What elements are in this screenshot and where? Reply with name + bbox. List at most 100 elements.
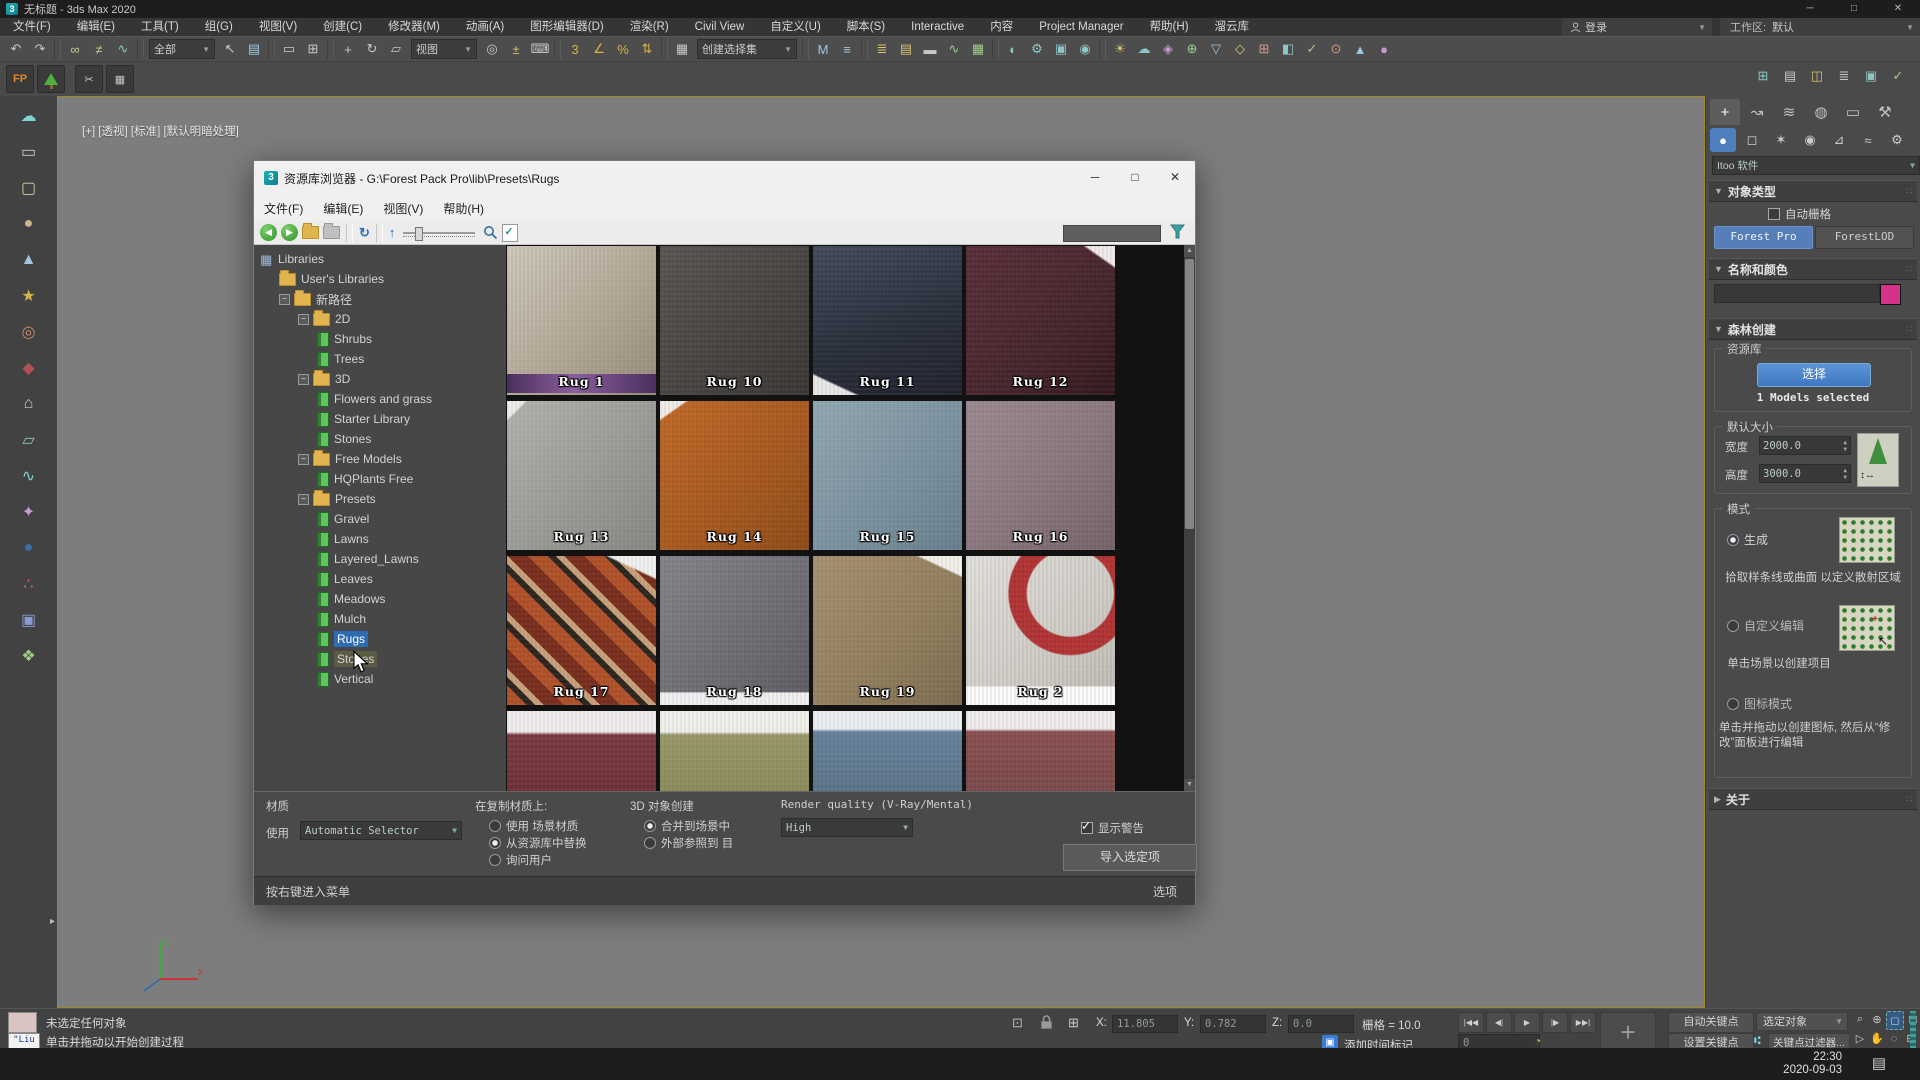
- selected-objects-dropdown[interactable]: 选定对象▼: [1756, 1012, 1848, 1031]
- tab-motion[interactable]: ◍: [1806, 99, 1836, 125]
- menu-item[interactable]: 自定义(U): [757, 18, 833, 36]
- left-tool-gem-icon[interactable]: ◆: [12, 352, 46, 384]
- selection-region-icon[interactable]: ▭: [277, 38, 301, 60]
- half-sphere-icon[interactable]: ◧: [1276, 38, 1300, 60]
- tree-item[interactable]: HQPlants Free: [254, 469, 506, 489]
- dialog-close-button[interactable]: ✕: [1155, 161, 1195, 195]
- left-tool-node-icon[interactable]: ❖: [12, 640, 46, 672]
- menu-item[interactable]: Interactive: [898, 18, 977, 36]
- tree-expander-icon[interactable]: −: [298, 494, 309, 505]
- left-tool-frame-icon[interactable]: ▣: [12, 604, 46, 636]
- tree-item[interactable]: −3D: [254, 369, 506, 389]
- tb2-rows-icon[interactable]: ≣: [1832, 65, 1856, 87]
- check-icon[interactable]: ✓: [1300, 38, 1324, 60]
- add-object-icon[interactable]: ⊕: [1180, 38, 1204, 60]
- left-tool-box-icon[interactable]: ▢: [12, 172, 46, 204]
- tab-modify[interactable]: ↝: [1742, 99, 1772, 125]
- tree-item[interactable]: Vertical: [254, 669, 506, 689]
- scene-explorer-icon[interactable]: ≣: [870, 38, 894, 60]
- cat-spacewarps[interactable]: ≈: [1855, 128, 1881, 152]
- dup-option-replace-from-library[interactable]: 从资源库中替换: [489, 835, 587, 851]
- time-config-icon[interactable]: ◔: [1534, 1034, 1541, 1048]
- rollout-about[interactable]: ▶ 关于 ∷: [1709, 788, 1917, 810]
- menu-item[interactable]: 修改器(M): [375, 18, 453, 36]
- tree-item[interactable]: −2D: [254, 309, 506, 329]
- object-color-swatch[interactable]: [1880, 284, 1901, 305]
- tree-item[interactable]: Lawns: [254, 529, 506, 549]
- forest-lod-button[interactable]: ForestLOD: [1815, 226, 1914, 249]
- tree-item[interactable]: Mulch: [254, 609, 506, 629]
- viewport-label[interactable]: [+] [透视] [标准] [默认明暗处理]: [82, 123, 239, 139]
- link-icon[interactable]: ∞: [63, 38, 87, 60]
- spinner-arrows-icon[interactable]: ▲▼: [1843, 439, 1847, 453]
- import-icon[interactable]: ↑: [389, 225, 396, 240]
- tb2-check-icon[interactable]: ✓: [1886, 65, 1910, 87]
- refresh-icon[interactable]: ↻: [359, 225, 370, 241]
- tree-item[interactable]: Layered_Lawns: [254, 549, 506, 569]
- cat-helpers[interactable]: ⊿: [1826, 128, 1852, 152]
- dup-option-scene-material[interactable]: 使用 场景材质: [489, 818, 578, 834]
- scroll-down-arrow[interactable]: ▼: [1184, 779, 1195, 791]
- tree-item[interactable]: Gravel: [254, 509, 506, 529]
- left-tool-para-icon[interactable]: ▱: [12, 424, 46, 456]
- mode-custom-edit-radio[interactable]: 自定义编辑: [1727, 617, 1804, 634]
- create-option-merge[interactable]: 合并到场景中: [644, 818, 730, 834]
- menu-item[interactable]: 视图(V): [246, 18, 310, 36]
- zoom-icon[interactable]: ⌕: [1852, 1011, 1868, 1028]
- tb2-panel-icon[interactable]: ◫: [1805, 65, 1829, 87]
- percent-snap-icon[interactable]: %: [611, 38, 635, 60]
- rug-thumbnail[interactable]: Rug 13: [507, 401, 656, 550]
- tab-utilities[interactable]: ⚒: [1870, 99, 1900, 125]
- dialog-options-link[interactable]: 选项: [1153, 883, 1177, 900]
- render-quality-dropdown[interactable]: High ▼: [781, 818, 913, 837]
- dope-sheet-icon[interactable]: ▦: [966, 38, 990, 60]
- panel-scroll-indicator[interactable]: [1910, 1011, 1916, 1049]
- zoom-search-icon[interactable]: [483, 225, 498, 240]
- menu-item[interactable]: 组(G): [192, 18, 246, 36]
- menu-item[interactable]: Civil View: [682, 18, 758, 36]
- cat-shapes[interactable]: ◻: [1739, 128, 1765, 152]
- absolute-offset-icon[interactable]: ⊞: [1068, 1015, 1079, 1031]
- dialog-title-bar[interactable]: 3 资源库浏览器 - G:\Forest Pack Pro\lib\Preset…: [254, 161, 1195, 195]
- search-input[interactable]: [1063, 225, 1161, 242]
- edit-named-sets-icon[interactable]: ▦: [670, 38, 694, 60]
- diamond-icon[interactable]: ◇: [1228, 38, 1252, 60]
- zoom-extents-icon[interactable]: ◻: [1886, 1011, 1904, 1030]
- select-object-icon[interactable]: ↖: [218, 38, 242, 60]
- menu-item[interactable]: 文件(F): [0, 18, 64, 36]
- select-models-button[interactable]: 选择: [1757, 363, 1871, 387]
- dialog-menu-item[interactable]: 编辑(E): [313, 200, 373, 217]
- left-tool-dots-icon[interactable]: ∴: [12, 568, 46, 600]
- rollout-forest-creation[interactable]: ▼ 森林创建 ∷: [1709, 318, 1917, 340]
- select-move-icon[interactable]: +: [336, 38, 360, 60]
- selection-filter-dropdown[interactable]: 全部▼: [149, 39, 215, 59]
- rug-thumbnail[interactable]: Rug 1: [507, 246, 656, 395]
- mode-icon-mode-radio[interactable]: 图标模式: [1727, 695, 1792, 712]
- up-folder-icon[interactable]: [302, 226, 319, 239]
- gem-icon[interactable]: ◈: [1156, 38, 1180, 60]
- dialog-menu-item[interactable]: 文件(F): [254, 200, 313, 217]
- minimize-button[interactable]: ─: [1788, 0, 1832, 18]
- forward-button[interactable]: ▶: [281, 224, 298, 241]
- left-tool-ring-icon[interactable]: ◎: [12, 316, 46, 348]
- width-spinner[interactable]: 2000.0▲▼: [1759, 436, 1851, 455]
- menu-item[interactable]: 脚本(S): [834, 18, 898, 36]
- material-editor-icon[interactable]: ◐: [1001, 38, 1025, 60]
- spreadsheet-icon[interactable]: ▦: [106, 65, 134, 93]
- window-crossing-icon[interactable]: ⊞: [301, 38, 325, 60]
- tree-expander-icon[interactable]: −: [298, 374, 309, 385]
- select-scale-icon[interactable]: ▱: [384, 38, 408, 60]
- light-icon[interactable]: ☀: [1108, 38, 1132, 60]
- left-tool-ball-icon[interactable]: ●: [12, 532, 46, 564]
- tree-item[interactable]: Flowers and grass: [254, 389, 506, 409]
- rug-thumbnail[interactable]: [507, 711, 656, 791]
- autogrid-checkbox[interactable]: 自动栅格: [1768, 206, 1831, 222]
- left-tool-spark-icon[interactable]: ✦: [12, 496, 46, 528]
- select-manipulate-icon[interactable]: ±: [504, 38, 528, 60]
- point-icon[interactable]: ●: [1372, 38, 1396, 60]
- report-notes-icon[interactable]: [502, 224, 518, 242]
- go-start-button[interactable]: |◀◀: [1458, 1012, 1484, 1033]
- toolbar-expand-arrow[interactable]: ▸: [50, 916, 55, 927]
- tree-item[interactable]: User's Libraries: [254, 269, 506, 289]
- maximize-button[interactable]: □: [1832, 0, 1876, 18]
